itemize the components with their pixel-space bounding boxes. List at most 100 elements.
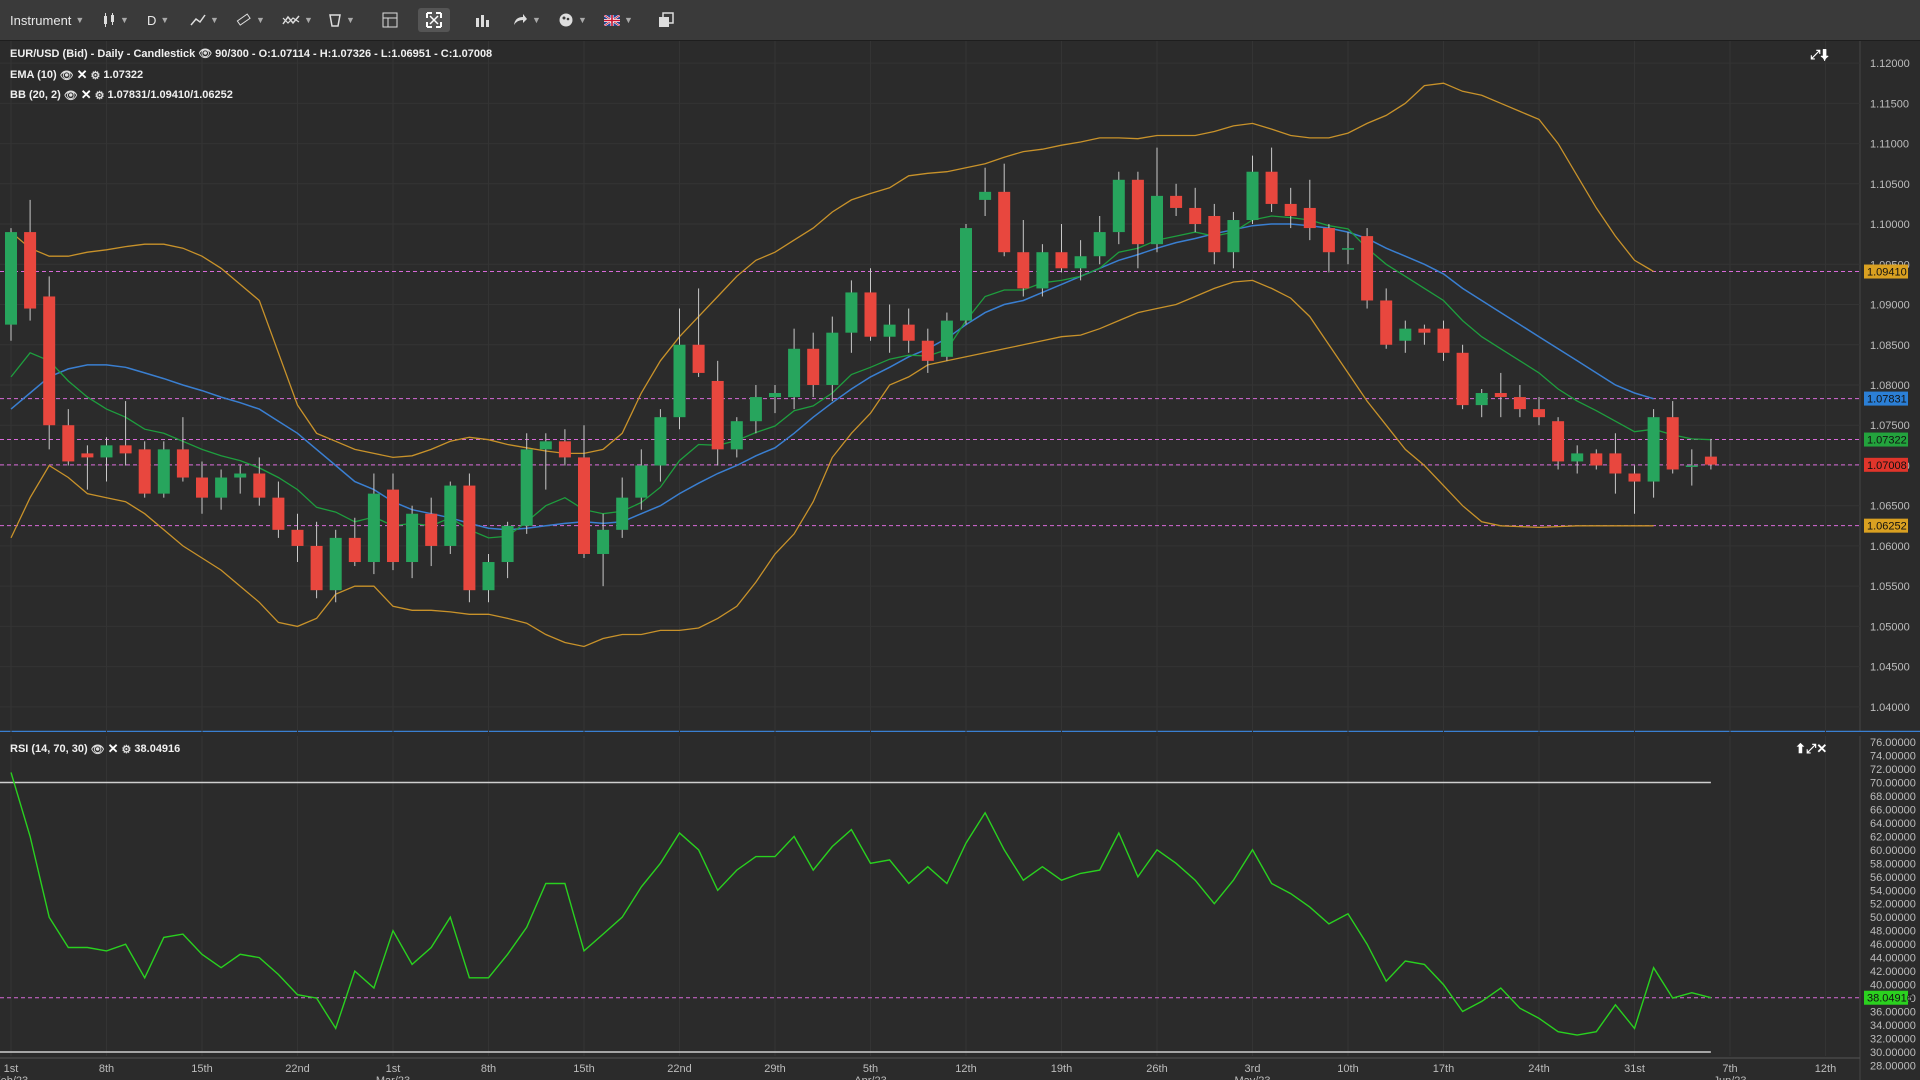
bucket-dropdown[interactable]: ▼ — [328, 8, 355, 32]
chevron-down-icon: ▼ — [120, 15, 129, 25]
maximize-icon[interactable]: ⤢ — [1806, 741, 1816, 756]
rsi-y-tick-label: 52.00000 — [1870, 899, 1916, 911]
candle-body — [1074, 256, 1087, 269]
rsi-y-tick-label: 30.00000 — [1870, 1047, 1916, 1059]
eye-icon[interactable]: 👁 — [198, 47, 212, 60]
bb-label: BB (20, 2) — [10, 89, 61, 101]
language-dropdown[interactable]: ▼ — [604, 8, 633, 32]
rsi-y-tick-label: 50.00000 — [1870, 912, 1916, 924]
arrow-dropdown[interactable]: ▼ — [512, 8, 541, 32]
bar-chart-button[interactable] — [474, 8, 490, 32]
detach-window-button[interactable] — [658, 8, 674, 32]
candle-body — [654, 417, 667, 466]
maximize-icon[interactable]: ⤢ — [1810, 47, 1820, 62]
timeframe-dropdown[interactable]: D ▼ — [147, 8, 169, 32]
candle-body — [711, 380, 724, 450]
arrow-icon — [514, 14, 527, 25]
x-tick-label: 31st — [1624, 1063, 1645, 1075]
ema-value: 1.07322 — [103, 69, 144, 81]
candle-body — [1475, 393, 1488, 406]
ruler-dropdown[interactable]: ▼ — [236, 8, 265, 32]
candle-body — [1017, 252, 1030, 289]
candle-body — [253, 473, 266, 498]
theme-dropdown[interactable]: ▼ — [558, 8, 587, 32]
line-tool-dropdown[interactable]: ▼ — [190, 8, 219, 32]
close-icon[interactable]: ✕ — [81, 87, 92, 103]
candle-body — [960, 228, 972, 321]
chart-background — [0, 41, 1920, 732]
fullscreen-button[interactable] — [418, 8, 450, 32]
candle-body — [692, 344, 705, 373]
candle-body — [157, 449, 170, 494]
candle-body — [1284, 203, 1297, 216]
gear-icon[interactable]: ⚙ — [122, 743, 132, 756]
x-tick-label: 15th — [191, 1063, 212, 1075]
candle-body — [673, 344, 686, 418]
rsi-panel-controls: ⬆⤢✕ — [1795, 741, 1827, 757]
instrument-dropdown[interactable]: Instrument ▼ — [10, 8, 84, 32]
candle-body — [1609, 453, 1622, 474]
x-tick-sublabel: Mar/23 — [376, 1075, 410, 1080]
eye-icon[interactable]: 👁 — [64, 89, 78, 102]
close-icon[interactable]: ✕ — [108, 741, 119, 757]
x-tick-label: 1st — [4, 1063, 19, 1075]
rsi-background — [0, 736, 1920, 1080]
candle-body — [196, 477, 208, 498]
chevron-down-icon: ▼ — [160, 15, 170, 25]
candle-body — [1322, 228, 1335, 253]
candle-body — [539, 441, 552, 450]
layout-button[interactable] — [382, 8, 398, 32]
eye-icon[interactable]: 👁 — [91, 743, 105, 756]
x-tick-label: 8th — [99, 1063, 114, 1075]
candle-body — [1189, 207, 1202, 225]
close-icon[interactable]: ✕ — [77, 67, 88, 83]
rsi-panel[interactable]: 76.00000 74.0000072.0000070.00000 68.00000… — [0, 736, 1920, 1080]
y-tick-label: 1.06000 — [1870, 541, 1910, 553]
gear-icon[interactable]: ⚙ — [91, 69, 101, 82]
indicator-dropdown[interactable]: ▼ — [282, 8, 313, 32]
y-tick-label: 1.04000 — [1870, 702, 1910, 714]
close-icon[interactable]: ✕ — [1816, 741, 1827, 756]
expand-icon — [426, 12, 442, 28]
y-tick-label: 1.08500 — [1870, 340, 1910, 352]
candle-body — [310, 545, 323, 591]
candle-body — [24, 232, 37, 309]
candle-body — [1208, 215, 1221, 253]
candle-body — [1456, 352, 1469, 406]
chart-type-dropdown[interactable]: ▼ — [102, 8, 129, 32]
y-tick-label: 1.08000 — [1870, 380, 1910, 392]
arrow-down-icon[interactable]: ⬇ — [1820, 47, 1828, 62]
candle-body — [425, 513, 438, 546]
timeframe-label: D — [147, 12, 157, 28]
chevron-down-icon: ▼ — [624, 15, 633, 25]
candle-body — [616, 497, 629, 530]
x-tick-label: 12th — [1815, 1063, 1836, 1075]
price-label: 1.07831 — [1867, 394, 1907, 406]
candle-body — [291, 529, 304, 546]
candle-body — [558, 441, 571, 458]
eye-icon[interactable]: 👁 — [60, 69, 74, 82]
arrow-up-icon[interactable]: ⬆ — [1795, 741, 1806, 756]
y-tick-label: 1.09000 — [1870, 300, 1910, 312]
candle-body — [367, 493, 380, 563]
candle-body — [348, 537, 361, 563]
candle-body — [501, 525, 514, 563]
price-chart[interactable]: 1.120001.115001.110001.105001.100001.095… — [0, 41, 1920, 732]
candle-body — [444, 485, 457, 546]
candle-body — [138, 449, 151, 494]
gear-icon[interactable]: ⚙ — [95, 89, 105, 102]
x-tick-label: 26th — [1146, 1063, 1167, 1075]
ema-legend: EMA (10) 👁 ✕ ⚙ 1.07322 — [10, 67, 143, 83]
y-tick-label: 1.05000 — [1870, 621, 1910, 633]
rsi-y-tick-label: 32.00000 — [1870, 1033, 1916, 1045]
theme-icon — [559, 13, 573, 27]
candle-body — [749, 397, 762, 422]
x-tick-label: 22nd — [667, 1063, 691, 1075]
ema-label: EMA (10) — [10, 69, 57, 81]
layout-icon — [382, 12, 398, 28]
x-tick-label: 24th — [1528, 1063, 1549, 1075]
candle-body — [215, 477, 228, 498]
main-panel-controls: ⤢⬇ — [1810, 47, 1828, 63]
x-tick-label: 8th — [481, 1063, 496, 1075]
price-label: 1.07008 — [1867, 460, 1907, 472]
